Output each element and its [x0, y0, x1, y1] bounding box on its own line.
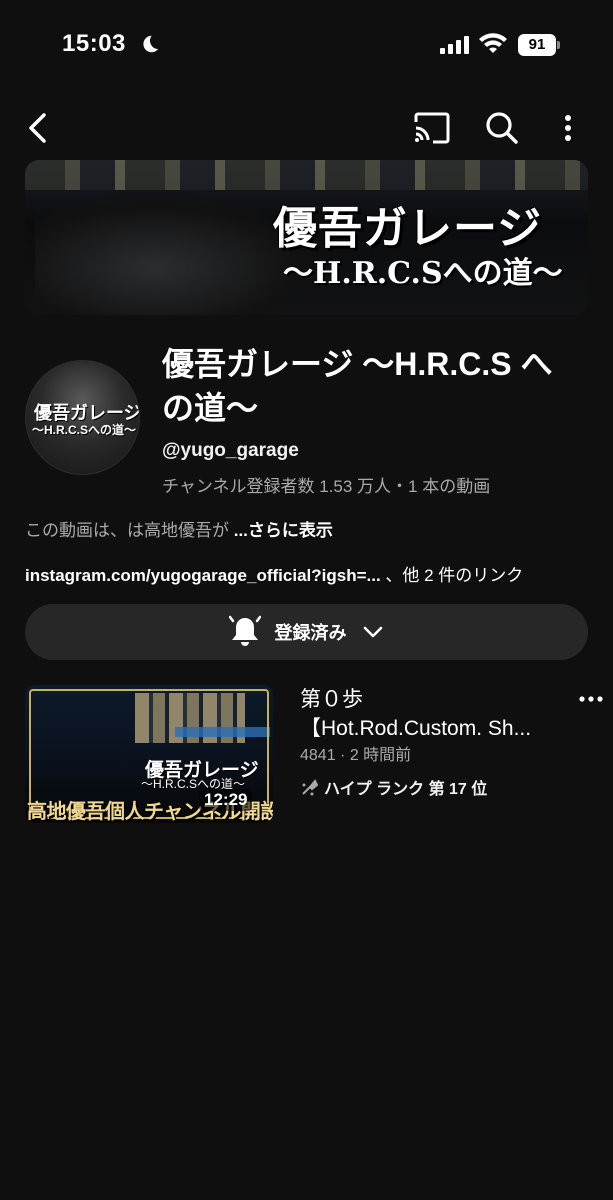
- hype-rank: ハイプ ランク 第 17 位: [300, 775, 487, 799]
- status-time: 15:03: [62, 30, 126, 57]
- bell-icon: [228, 615, 261, 646]
- more-horiz-icon[interactable]: [575, 685, 607, 713]
- more-links[interactable]: 、他 2 件のリンク: [385, 566, 523, 585]
- channel-name: 優吾ガレージ 〜H.R.C.S への道〜: [162, 346, 553, 426]
- video-title[interactable]: 第０歩 【Hot.Rod.Custom. Sh...: [300, 685, 570, 743]
- wifi-icon: [479, 33, 507, 53]
- banner-image: [25, 160, 588, 190]
- hype-icon: [302, 779, 319, 796]
- channel-handle: @yugo_garage: [162, 440, 299, 461]
- description-text: この動画は、は高地優吾が: [25, 521, 229, 540]
- battery-level: 91: [518, 34, 556, 56]
- cast-icon[interactable]: [410, 106, 454, 150]
- show-more-link[interactable]: ...さらに表示: [234, 521, 333, 540]
- video-title-line1: 第０歩: [300, 688, 363, 711]
- chevron-down-icon: [363, 626, 382, 638]
- status-bar: 15:03 91: [0, 0, 613, 92]
- banner-subtitle: 〜H.R.C.Sへの道〜: [283, 256, 563, 291]
- video-thumbnail[interactable]: 優吾ガレージ 〜H.R.C.Sへの道〜 高地優吾個人チャンネル開設 12:29: [25, 685, 273, 823]
- more-vert-icon[interactable]: [552, 106, 584, 150]
- channel-meta: チャンネル登録者数 1.53 万人・1 本の動画: [162, 477, 491, 496]
- video-title-line2: 【Hot.Rod.Custom. Sh...: [300, 717, 532, 740]
- video-duration: 12:29: [199, 789, 253, 811]
- banner-title: 優吾ガレージ: [273, 203, 543, 254]
- signal-icon: [440, 36, 469, 54]
- search-icon[interactable]: [480, 106, 524, 150]
- channel-description[interactable]: この動画は、は高地優吾が ...さらに表示: [25, 516, 333, 541]
- channel-avatar[interactable]: 優吾ガレージ 〜H.R.C.Sへの道〜: [25, 360, 140, 475]
- top-nav: [0, 100, 613, 156]
- channel-banner: 優吾ガレージ 〜H.R.C.Sへの道〜: [25, 160, 588, 315]
- moon-icon: [143, 35, 159, 53]
- video-meta: 4841 · 2 時間前: [300, 747, 412, 764]
- video-list-item[interactable]: 優吾ガレージ 〜H.R.C.Sへの道〜 高地優吾個人チャンネル開設 12:29 …: [25, 685, 610, 825]
- instagram-link[interactable]: instagram.com/yugogarage_official?igsh=.…: [25, 566, 381, 585]
- hype-rank-text: ハイプ ランク 第 17 位: [324, 781, 488, 798]
- subscribed-button[interactable]: 登録済み: [25, 604, 588, 660]
- subscribed-label: 登録済み: [274, 623, 347, 643]
- channel-links[interactable]: instagram.com/yugogarage_official?igsh=.…: [25, 561, 523, 586]
- avatar-subtitle: 〜H.R.C.Sへの道〜: [31, 423, 136, 437]
- back-icon[interactable]: [20, 106, 56, 150]
- battery-icon: 91: [518, 34, 560, 56]
